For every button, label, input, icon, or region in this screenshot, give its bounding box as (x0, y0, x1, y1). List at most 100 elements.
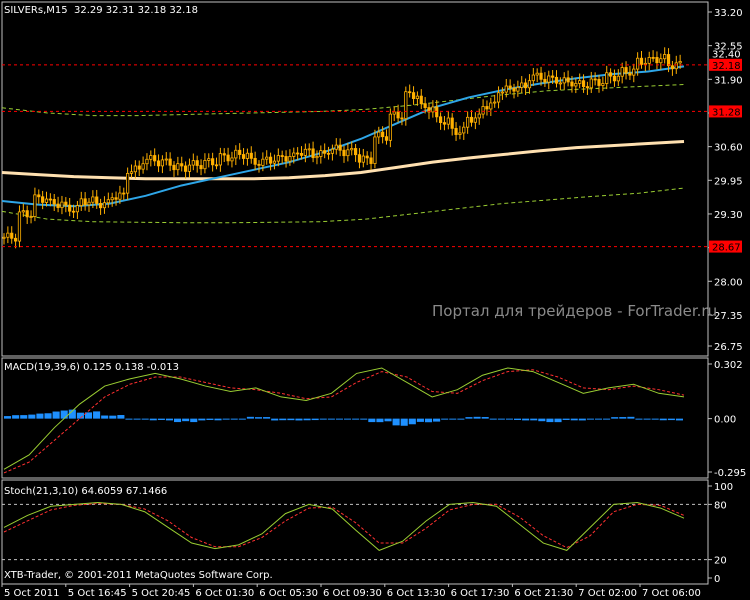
macd-histogram-bar (505, 418, 513, 420)
macd-histogram-bar (206, 418, 214, 420)
macd-histogram-bar (627, 416, 635, 419)
macd-histogram-bar (392, 418, 400, 426)
macd-histogram-bar (635, 418, 643, 420)
macd-histogram-bar (4, 416, 12, 419)
candle-body (33, 194, 37, 217)
candle-body (601, 83, 605, 86)
candle-body (392, 111, 396, 115)
candle-body (234, 149, 238, 159)
candle-body (268, 156, 273, 164)
macd-histogram-bar (319, 418, 327, 420)
candle-body (616, 75, 620, 82)
candle-body (527, 80, 532, 89)
ohlc-values: 32.29 32.31 32.18 32.18 (73, 5, 199, 16)
macd-histogram-bar (271, 418, 279, 421)
macd-histogram-bar (165, 418, 173, 421)
candle-body (2, 236, 6, 239)
candle-body (68, 204, 72, 212)
y-tick-label: 27.35 (714, 311, 743, 322)
candle-body (95, 196, 99, 204)
candle-body (508, 85, 512, 89)
candle-body (570, 81, 574, 87)
candle-body (276, 155, 280, 162)
y-tick-label: 30.60 (714, 143, 743, 154)
macd-histogram-bar (93, 411, 101, 419)
candle-body (489, 102, 493, 110)
candle-body (338, 144, 342, 151)
candle-body (554, 76, 559, 84)
macd-histogram-bar (497, 418, 505, 420)
candle-body (485, 106, 489, 110)
candle-body (547, 75, 551, 83)
macd-histogram-bar (344, 418, 352, 420)
macd-histogram-bar (263, 417, 271, 419)
candle-body (91, 196, 95, 203)
envelope-upper-line (1, 83, 685, 117)
candle-body (651, 57, 655, 59)
ma-fast-line (1, 65, 685, 208)
candle-body (29, 216, 33, 218)
x-tick-label: 5 Oct 2011 (4, 588, 59, 599)
candle-body (153, 155, 157, 162)
candle-body (199, 165, 203, 170)
candle-body (415, 95, 420, 99)
candle-body (342, 149, 346, 157)
macd-histogram-bar (675, 418, 683, 421)
macd-histogram-bar (376, 418, 384, 423)
stoch-y-tick-label: 0 (714, 574, 720, 585)
candle-body (245, 152, 250, 159)
candle-body (160, 159, 165, 167)
macd-histogram-bar (246, 416, 254, 419)
candle-body (230, 157, 234, 162)
candle-body (191, 160, 195, 166)
candle-body (114, 197, 118, 200)
candle-body (666, 54, 671, 67)
macd-histogram-bar (190, 418, 198, 423)
chart-canvas: 5 Oct 2011 5 Oct 16:45 5 Oct 20:45 6 Oct 01… (1, 1, 746, 599)
candle-body (377, 131, 381, 138)
candle-body (411, 92, 416, 99)
candle-body (655, 57, 659, 64)
candle-body (218, 153, 222, 166)
macd-histogram-bar (279, 418, 287, 421)
candle-body (593, 78, 597, 81)
ma-slow-line (1, 139, 685, 181)
candle-body (52, 199, 56, 205)
macd-histogram-bar (141, 418, 149, 420)
macd-histogram-bar (570, 418, 578, 421)
macd-histogram-bar (230, 418, 238, 420)
candle-body (187, 164, 192, 172)
x-tick-label: 5 Oct 20:45 (132, 588, 191, 599)
candle-body (381, 131, 385, 138)
candle-body (307, 148, 311, 151)
symbol-name: SILVERs,M15 (4, 5, 68, 16)
macd-histogram-bar (254, 417, 263, 419)
candle-body (141, 163, 145, 170)
candle-body (145, 158, 149, 165)
candle-body (44, 198, 49, 203)
macd-histogram-bar (125, 418, 133, 420)
candle-body (203, 160, 207, 170)
candle-body (581, 80, 586, 87)
y-tick-label: 26.75 (714, 342, 743, 353)
candle-body (531, 74, 535, 82)
macd-histogram-bar (465, 417, 473, 419)
candle-body (446, 117, 450, 125)
candle-body (346, 149, 350, 157)
candle-body (25, 210, 29, 218)
y-tick-label: 28.00 (714, 277, 743, 288)
candle-body (13, 237, 18, 242)
candle-body (83, 198, 87, 206)
level-label: 28.67 (712, 243, 741, 254)
macd-name: MACD(19,39,6) (4, 362, 80, 373)
macd-histogram-bar (441, 418, 449, 420)
macd-values: 0.125 0.138 -0.013 (83, 362, 179, 373)
candle-body (79, 198, 83, 206)
macd-histogram-bar (659, 418, 667, 421)
candle-body (195, 160, 199, 166)
candle-body (238, 149, 242, 155)
watermark: Портал для трейдеров - ForTrader.ru (432, 302, 718, 320)
candle-body (207, 158, 211, 161)
candle-body (473, 117, 477, 123)
macd-histogram-bar (287, 418, 295, 421)
